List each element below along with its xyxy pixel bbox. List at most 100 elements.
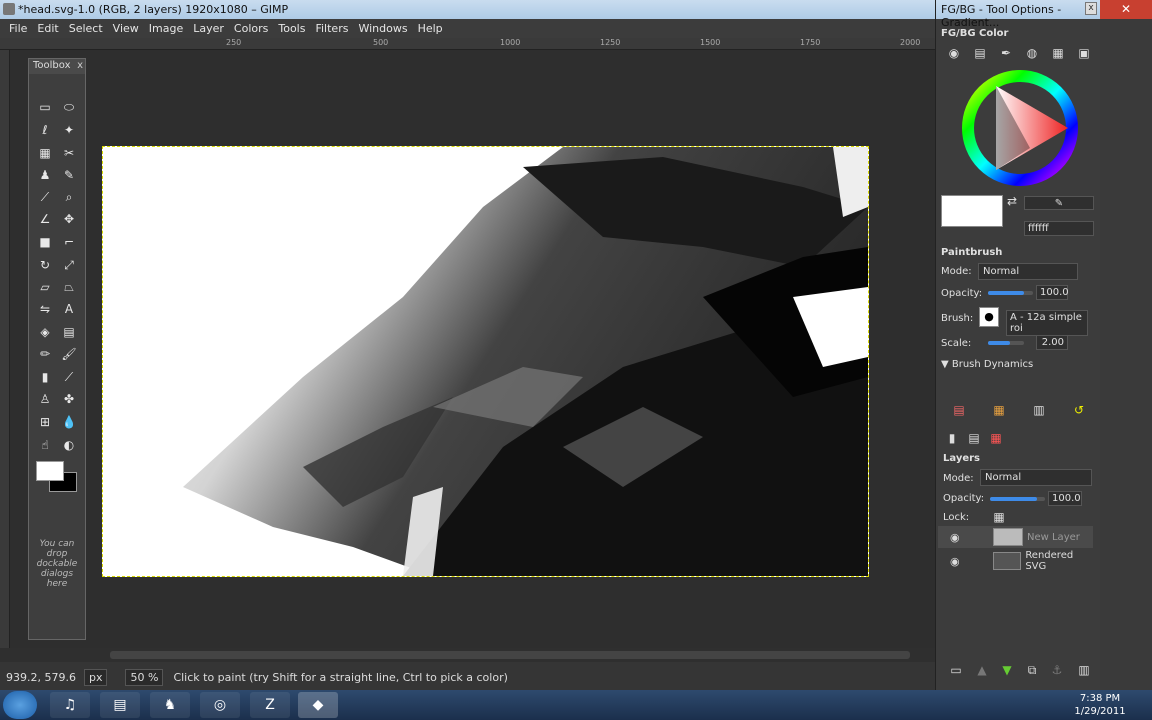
free-select-tool-icon[interactable]: ℓ [37, 122, 53, 138]
menu-edit[interactable]: Edit [32, 22, 63, 35]
unit-select[interactable]: px [83, 668, 108, 686]
brush-name[interactable]: A - 12a simple roi [1006, 310, 1088, 336]
printer-color-icon[interactable]: ▤ [972, 45, 988, 61]
dodge-burn-tool-icon[interactable]: ◐ [61, 437, 77, 453]
perspective-tool-icon[interactable]: ⏢ [61, 279, 77, 295]
text-tool-icon[interactable]: A [61, 301, 77, 317]
layer-mode-select[interactable]: Normal [980, 469, 1092, 486]
raise-layer-icon[interactable]: ▲ [974, 662, 990, 678]
menu-windows[interactable]: Windows [353, 22, 412, 35]
scissors-tool-icon[interactable]: ✂ [61, 145, 77, 161]
blur-tool-icon[interactable]: 💧 [61, 414, 77, 430]
zoom-select[interactable]: 50 % [125, 668, 164, 686]
rect-select-tool-icon[interactable]: ▭ [37, 99, 53, 115]
dock-close-button[interactable]: x [1085, 2, 1097, 15]
eraser-tool-icon[interactable]: ▮ [37, 369, 53, 385]
visibility-eye-icon[interactable]: ◉ [950, 531, 960, 544]
eye-color-mode-icon[interactable]: ◉ [946, 45, 962, 61]
delete-options-icon[interactable]: ▥ [1031, 402, 1047, 418]
horizontal-scrollbar[interactable] [0, 648, 935, 662]
menu-view[interactable]: View [108, 22, 144, 35]
watercolor-icon[interactable]: ▦ [1050, 45, 1066, 61]
zbrush-icon[interactable]: Z [250, 692, 290, 718]
itunes-icon[interactable]: ♫ [50, 692, 90, 718]
menu-colors[interactable]: Colors [229, 22, 273, 35]
blender-icon[interactable]: ◎ [200, 692, 240, 718]
horizontal-ruler[interactable]: 250 500 1000 1250 1500 1750 2000 [0, 38, 935, 50]
brush-dynamics-toggle[interactable]: ▼ Brush Dynamics [941, 359, 1033, 370]
menu-help[interactable]: Help [413, 22, 448, 35]
color-picker-tool-icon[interactable]: ⟋ [37, 189, 53, 205]
menu-select[interactable]: Select [64, 22, 108, 35]
duplicate-layer-icon[interactable]: ⧉ [1024, 662, 1040, 678]
delete-layer-icon[interactable]: ▥ [1076, 662, 1092, 678]
layer-opacity-slider[interactable] [990, 497, 1045, 501]
explorer-icon[interactable]: ▤ [100, 692, 140, 718]
pencil-tool-icon[interactable]: ✏ [37, 346, 53, 362]
channels-tab-icon[interactable]: ▦ [988, 430, 1004, 446]
save-options-icon[interactable]: ▤ [951, 402, 967, 418]
shear-tool-icon[interactable]: ▱ [37, 279, 53, 295]
crop-tool-icon[interactable]: ⌐ [61, 234, 77, 250]
menu-layer[interactable]: Layer [188, 22, 229, 35]
paint-opacity-slider[interactable] [988, 291, 1033, 295]
toolbox-close-button[interactable]: x [77, 60, 83, 71]
foreground-select-tool-icon[interactable]: ♟ [37, 167, 53, 183]
start-button[interactable] [3, 691, 37, 719]
blend-tool-icon[interactable]: ▤ [61, 324, 77, 340]
gimp-taskbar-icon[interactable]: ◆ [298, 692, 338, 718]
brush-preview-icon[interactable]: ● [979, 307, 999, 327]
layer-name[interactable]: New Layer [1027, 532, 1080, 543]
ink-tool-icon[interactable]: ♙ [37, 391, 53, 407]
menu-tools[interactable]: Tools [273, 22, 310, 35]
scale-value[interactable]: 2.00 [1036, 335, 1068, 350]
fuzzy-select-tool-icon[interactable]: ✦ [61, 122, 77, 138]
image-canvas[interactable] [102, 146, 869, 577]
system-clock[interactable]: 7:38 PM 1/29/2011 [1070, 692, 1130, 718]
paint-opacity-value[interactable]: 100.0 [1036, 285, 1069, 300]
clone-tool-icon[interactable]: ✤ [61, 391, 77, 407]
anchor-layer-icon[interactable]: ⚓ [1049, 662, 1065, 678]
foreground-color-swatch[interactable] [36, 461, 64, 481]
scale-tool-icon[interactable]: ⤢ [61, 257, 77, 273]
paths-tool-icon[interactable]: ✎ [61, 167, 77, 183]
new-layer-icon[interactable]: ▭ [948, 662, 964, 678]
app-icon[interactable]: ♞ [150, 692, 190, 718]
bucket-fill-tool-icon[interactable]: ◈ [37, 324, 53, 340]
layer-row[interactable]: ◉ New Layer [938, 526, 1093, 548]
fg-color-preview[interactable] [941, 195, 1003, 227]
menu-file[interactable]: File [4, 22, 32, 35]
eyedropper-small-icon[interactable]: ✎ [1051, 196, 1067, 212]
layer-opacity-value[interactable]: 100.0 [1048, 491, 1082, 506]
gradients-tab-icon[interactable]: ▮ [944, 430, 960, 446]
color-wheel-icon[interactable]: ◍ [1024, 45, 1040, 61]
restore-options-icon[interactable]: ▦ [991, 402, 1007, 418]
vertical-ruler[interactable] [0, 50, 10, 648]
menu-image[interactable]: Image [144, 22, 188, 35]
scale-slider[interactable] [988, 341, 1024, 345]
layers-tab-icon[interactable]: ▤ [966, 430, 982, 446]
scrollbar-thumb[interactable] [110, 651, 910, 659]
ellipse-select-tool-icon[interactable]: ⬭ [61, 99, 77, 115]
move-tool-icon[interactable]: ✥ [61, 211, 77, 227]
airbrush-tool-icon[interactable]: ⟋ [61, 369, 77, 385]
zoom-tool-icon[interactable]: ⌕ [61, 189, 77, 205]
window-close-button[interactable]: ✕ [1100, 0, 1152, 19]
paint-mode-select[interactable]: Normal [978, 263, 1078, 280]
palette-icon[interactable]: ▣ [1076, 45, 1092, 61]
rotate-tool-icon[interactable]: ↻ [37, 257, 53, 273]
smudge-tool-icon[interactable]: ☝ [37, 437, 53, 453]
visibility-eye-icon[interactable]: ◉ [950, 555, 960, 568]
menu-filters[interactable]: Filters [310, 22, 353, 35]
align-tool-icon[interactable]: ■ [37, 234, 53, 250]
lower-layer-icon[interactable]: ▼ [999, 662, 1015, 678]
color-triangle-selector[interactable] [960, 68, 1080, 188]
hex-color-input[interactable]: ffffff [1024, 221, 1094, 236]
swap-colors-icon[interactable]: ⇄ [1004, 193, 1020, 209]
eyedropper-icon[interactable]: ✒ [998, 45, 1014, 61]
heal-tool-icon[interactable]: ⊞ [37, 414, 53, 430]
measure-tool-icon[interactable]: ∠ [37, 211, 53, 227]
layer-name[interactable]: Rendered SVG [1025, 550, 1093, 572]
reset-options-icon[interactable]: ↺ [1071, 402, 1087, 418]
select-by-color-tool-icon[interactable]: ▦ [37, 145, 53, 161]
